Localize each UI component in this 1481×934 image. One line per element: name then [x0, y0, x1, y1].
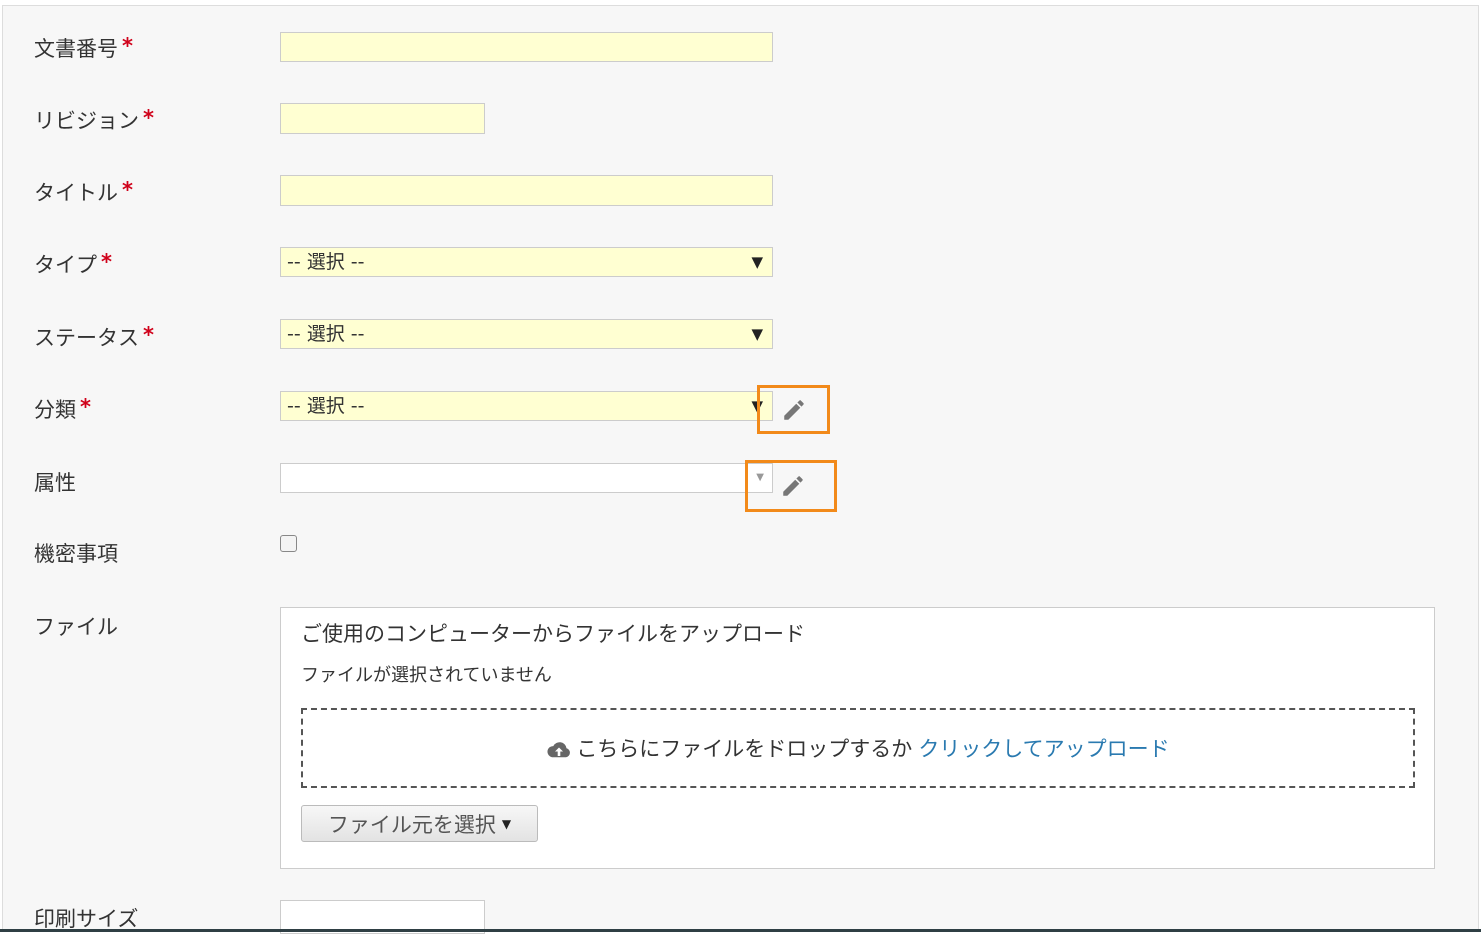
attribute-label-text: 属性	[34, 471, 76, 495]
doc-number-label-text: 文書番号	[34, 37, 118, 61]
title-input[interactable]	[280, 175, 773, 206]
required-mark: *	[101, 250, 112, 274]
file-label-text: ファイル	[34, 615, 118, 639]
select-arrow-icon: ▼	[751, 253, 763, 271]
attribute-select[interactable]: ▼	[280, 463, 773, 493]
drop-text: こちらにファイルをドロップするか	[576, 737, 913, 761]
required-mark: *	[80, 395, 91, 419]
category-label-text: 分類	[34, 398, 76, 422]
attribute-label: 属性	[34, 469, 76, 497]
pencil-icon	[783, 476, 803, 496]
category-select-value: -- 選択 --	[287, 395, 365, 417]
caret-down-icon: ▼	[501, 816, 512, 831]
status-select[interactable]: -- 選択 -- ▼	[280, 319, 773, 349]
confidential-label: 機密事項	[34, 540, 118, 568]
revision-input[interactable]	[280, 103, 485, 134]
file-source-button[interactable]: ファイル元を選択 ▼	[301, 805, 538, 842]
file-status: ファイルが選択されていません	[301, 665, 552, 686]
revision-label-text: リビジョン	[34, 109, 139, 133]
upload-title: ご使用のコンピューターからファイルをアップロード	[301, 622, 805, 646]
click-upload-link[interactable]: クリックしてアップロード	[918, 733, 1169, 763]
title-label: タイトル *	[34, 178, 133, 207]
pencil-icon	[783, 399, 804, 420]
category-label: 分類 *	[34, 395, 91, 424]
required-mark: *	[143, 106, 154, 130]
attribute-edit-button[interactable]	[745, 460, 837, 512]
file-dropzone[interactable]: こちらにファイルをドロップするか クリックしてアップロード	[301, 708, 1415, 788]
confidential-label-text: 機密事項	[34, 542, 118, 566]
status-label: ステータス *	[34, 323, 154, 352]
doc-number-label: 文書番号 *	[34, 34, 133, 63]
required-mark: *	[143, 323, 154, 347]
title-label-text: タイトル	[34, 181, 118, 205]
file-source-label: ファイル元を選択	[327, 812, 496, 837]
cloud-upload-icon	[547, 742, 571, 758]
required-mark: *	[122, 34, 133, 58]
revision-label: リビジョン *	[34, 106, 154, 135]
type-select-value: -- 選択 --	[287, 251, 365, 273]
type-label-text: タイプ	[34, 253, 97, 277]
status-select-value: -- 選択 --	[287, 323, 365, 345]
type-select[interactable]: -- 選択 -- ▼	[280, 247, 773, 277]
file-upload-box: ご使用のコンピューターからファイルをアップロード ファイルが選択されていません …	[280, 607, 1435, 869]
status-label-text: ステータス	[34, 326, 139, 350]
file-label: ファイル	[34, 613, 118, 641]
category-select[interactable]: -- 選択 -- ▼	[280, 391, 773, 421]
confidential-checkbox[interactable]	[280, 535, 297, 552]
category-edit-button[interactable]	[757, 385, 830, 434]
type-label: タイプ *	[34, 250, 112, 279]
print-size-label-text: 印刷サイズ	[34, 907, 139, 931]
select-arrow-icon: ▼	[751, 325, 763, 343]
required-mark: *	[122, 178, 133, 202]
doc-number-input[interactable]	[280, 32, 773, 62]
